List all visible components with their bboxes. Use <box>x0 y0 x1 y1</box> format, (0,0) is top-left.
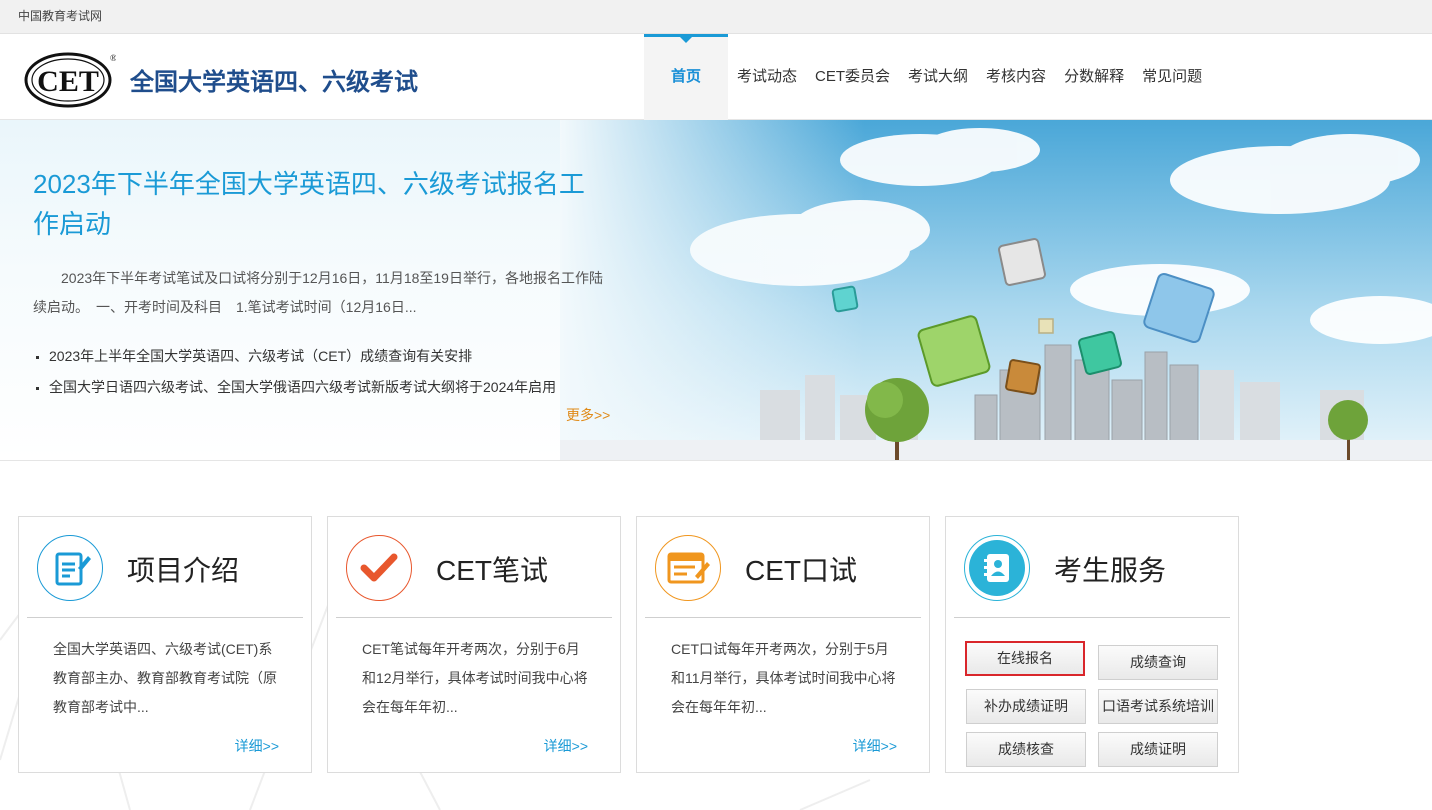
nav-home[interactable]: 首页 <box>644 34 728 120</box>
nav-faq[interactable]: 常见问题 <box>1133 34 1211 120</box>
nav-exam-content[interactable]: 考核内容 <box>977 34 1055 120</box>
site-header: CET ® 全国大学英语四、六级考试 首页 考试动态 CET委员会 考试大纲 考… <box>0 34 1432 120</box>
score-verification-button[interactable]: 成绩核查 <box>966 732 1086 767</box>
nav-cet-committee[interactable]: CET委员会 <box>806 34 899 120</box>
card-title: CET笔试 <box>436 555 549 586</box>
nav-exam-syllabus[interactable]: 考试大纲 <box>899 34 977 120</box>
card-description: 全国大学英语四、六级考试(CET)系教育部主办、教育部教育考试院（原教育部考试中… <box>53 641 277 715</box>
news-item[interactable]: 全国大学日语四六级考试、全国大学俄语四六级考试新版考试大纲将于2024年启用 <box>36 372 556 403</box>
card-project-intro: 项目介绍 全国大学英语四、六级考试(CET)系教育部主办、教育部教育考试院（原教… <box>18 516 312 773</box>
news-item[interactable]: 2023年上半年全国大学英语四、六级考试（CET）成绩查询有关安排 <box>36 341 556 372</box>
headline-summary: 2023年下半年考试笔试及口试将分别于12月16日，11月18至19日举行，各地… <box>33 270 603 315</box>
details-link[interactable]: 详细>> <box>235 736 279 756</box>
feature-cards: 项目介绍 全国大学英语四、六级考试(CET)系教育部主办、教育部教育考试院（原教… <box>18 516 1254 773</box>
portal-link[interactable]: 中国教育考试网 <box>18 9 102 23</box>
top-bar: 中国教育考试网 <box>0 0 1432 34</box>
news-banner: 2023年下半年全国大学英语四、六级考试报名工作启动 2023年下半年考试笔试及… <box>0 120 1432 461</box>
details-link[interactable]: 详细>> <box>853 736 897 756</box>
bullet-icon <box>36 386 39 390</box>
oral-system-training-button[interactable]: 口语考试系统培训 <box>1098 689 1218 724</box>
card-title: CET口试 <box>745 555 858 586</box>
news-item-title: 全国大学日语四六级考试、全国大学俄语四六级考试新版考试大纲将于2024年启用 <box>49 379 557 395</box>
city-illustration <box>560 120 1432 460</box>
divider <box>645 617 921 618</box>
checkmark-icon <box>346 535 412 601</box>
cet-logo[interactable]: CET ® <box>24 52 116 108</box>
card-description: CET笔试每年开考两次，分别于6月和12月举行，具体考试时间我中心将会在每年年初… <box>362 641 588 715</box>
news-item-title: 2023年上半年全国大学英语四、六级考试（CET）成绩查询有关安排 <box>49 348 473 364</box>
logo-text: CET <box>37 65 99 98</box>
card-description: CET口试每年开考两次，分别于5月和11月举行，具体考试时间我中心将会在每年年初… <box>671 641 896 715</box>
site-title: 全国大学英语四、六级考试 <box>130 69 418 96</box>
registered-mark: ® <box>110 53 116 63</box>
divider <box>954 617 1230 618</box>
details-link[interactable]: 详细>> <box>544 736 588 756</box>
card-oral-exam: CET口试 CET口试每年开考两次，分别于5月和11月举行，具体考试时间我中心将… <box>636 516 930 773</box>
more-news-link[interactable]: 更多>> <box>566 405 610 425</box>
contact-book-icon <box>964 535 1030 601</box>
main-nav: 首页 考试动态 CET委员会 考试大纲 考核内容 分数解释 常见问题 <box>644 34 1211 120</box>
card-candidate-services: 考生服务 在线报名 成绩查询 补办成绩证明 口语考试系统培训 成绩核查 成绩证明 <box>945 516 1239 773</box>
reissue-certificate-button[interactable]: 补办成绩证明 <box>966 689 1086 724</box>
divider <box>27 617 303 618</box>
card-title: 考生服务 <box>1054 555 1167 586</box>
form-pencil-icon <box>655 535 721 601</box>
card-written-exam: CET笔试 CET笔试每年开考两次，分别于6月和12月举行，具体考试时间我中心将… <box>327 516 621 773</box>
divider <box>336 617 612 618</box>
card-title: 项目介绍 <box>127 555 240 586</box>
document-pen-icon <box>37 535 103 601</box>
headline-link[interactable]: 2023年下半年全国大学英语四、六级考试报名工作启动 <box>33 164 603 244</box>
score-certificate-button[interactable]: 成绩证明 <box>1098 732 1218 767</box>
news-list: 2023年上半年全国大学英语四、六级考试（CET）成绩查询有关安排 全国大学日语… <box>36 341 556 403</box>
bullet-icon <box>36 355 39 359</box>
nav-score-explanation[interactable]: 分数解释 <box>1055 34 1133 120</box>
online-registration-button[interactable]: 在线报名 <box>965 641 1085 676</box>
nav-exam-news[interactable]: 考试动态 <box>728 34 806 120</box>
score-query-button[interactable]: 成绩查询 <box>1098 645 1218 680</box>
